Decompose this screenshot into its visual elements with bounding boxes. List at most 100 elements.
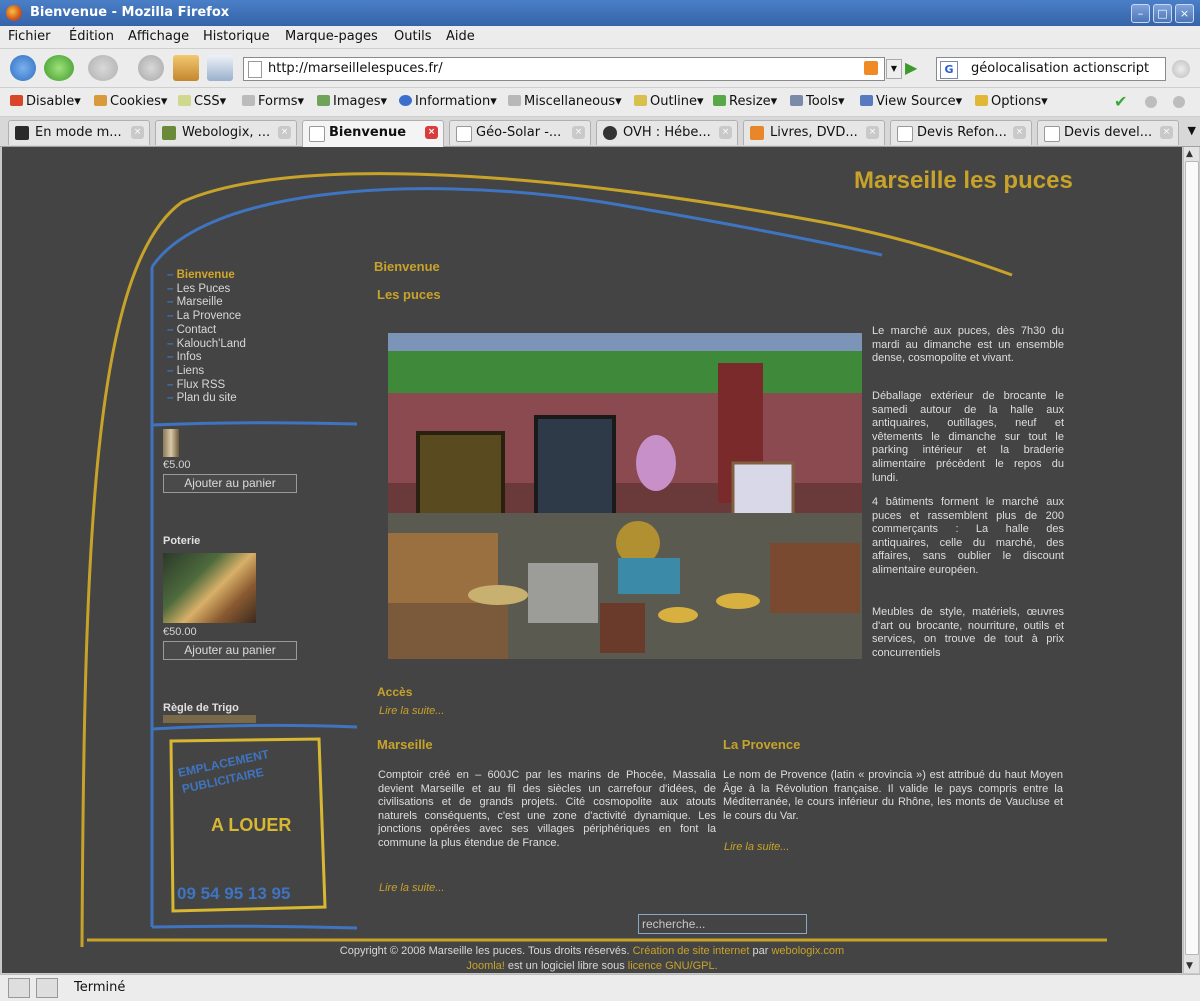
menu-fichier[interactable]: Fichier: [8, 29, 51, 44]
wd-resize[interactable]: Resize▾: [713, 94, 777, 109]
ad-box[interactable]: EMPLACEMENT PUBLICITAIRE A LOUER 09 54 9…: [169, 737, 327, 913]
product-name: Règle de Trigo: [163, 702, 239, 714]
rss-icon[interactable]: [864, 61, 878, 75]
forward-icon[interactable]: [88, 55, 118, 81]
read-more-link[interactable]: Lire la suite...: [724, 841, 789, 853]
url-dropdown-icon[interactable]: ▼: [886, 59, 902, 79]
google-icon[interactable]: G: [940, 61, 958, 79]
puces-paragraph-2: Déballage extérieur de brocante le samed…: [872, 390, 1064, 484]
marseille-heading: Marseille: [377, 737, 433, 752]
puces-paragraph-3: 4 bâtiments forment le marché aux puces …: [872, 496, 1064, 576]
footer-creation-link[interactable]: Création de site internet: [633, 945, 750, 957]
tab-bienvenue[interactable]: Bienvenue ×: [302, 120, 444, 147]
menu-affichage[interactable]: Affichage: [128, 29, 189, 44]
window-controls: – □ ×: [1131, 4, 1194, 23]
marseille-text: Comptoir créé en – 600JC par les marins …: [378, 769, 716, 849]
footer-agency-link[interactable]: webologix.com: [771, 945, 844, 957]
wd-css[interactable]: CSS▾: [178, 94, 226, 109]
wd-disable[interactable]: Disable▾: [10, 94, 81, 109]
menu-edition[interactable]: Édition: [69, 29, 114, 44]
tab-close-icon[interactable]: ×: [866, 126, 879, 139]
tab-en-mode[interactable]: En mode m... ×: [8, 120, 150, 145]
scrollbar-thumb[interactable]: [1185, 161, 1199, 955]
menu-historique[interactable]: Historique: [203, 29, 270, 44]
wd-cookies[interactable]: Cookies▾: [94, 94, 167, 109]
minimize-button[interactable]: –: [1131, 4, 1150, 23]
product-price: €5.00: [163, 459, 191, 471]
go-icon[interactable]: ▶: [905, 58, 925, 78]
scroll-down-icon[interactable]: ▼: [1186, 961, 1193, 971]
stop-icon[interactable]: [138, 55, 164, 81]
nav-plan-du-site[interactable]: Plan du site: [167, 392, 246, 406]
search-go-icon[interactable]: [1172, 60, 1190, 78]
wd-forms[interactable]: Forms▾: [242, 94, 304, 109]
menu-outils[interactable]: Outils: [394, 29, 432, 44]
product-image-poterie[interactable]: [163, 553, 256, 623]
footer-license-link[interactable]: licence GNU/GPL.: [628, 960, 718, 972]
maximize-button[interactable]: □: [1153, 4, 1172, 23]
tab-livres[interactable]: Livres, DVD... ×: [743, 120, 885, 145]
view-source-icon: [860, 95, 873, 106]
tab-close-icon[interactable]: ×: [1160, 126, 1173, 139]
status-indicator-icon[interactable]: [8, 978, 30, 998]
read-more-link[interactable]: Lire la suite...: [379, 882, 444, 894]
menu-marque-pages[interactable]: Marque-pages: [285, 29, 378, 44]
url-bar[interactable]: http://marseillelespuces.fr/: [243, 57, 885, 81]
outline-icon: [634, 95, 647, 106]
wd-options[interactable]: Options▾: [975, 94, 1048, 109]
nav-liens[interactable]: Liens: [167, 365, 246, 379]
wd-outline[interactable]: Outline▾: [634, 94, 704, 109]
menu-aide[interactable]: Aide: [446, 29, 475, 44]
tab-bar: En mode m... × Webologix, ... × Bienvenue ×…: [0, 117, 1200, 147]
nav-infos[interactable]: Infos: [167, 351, 246, 365]
home-icon[interactable]: [173, 55, 199, 81]
search-query: géolocalisation actionscript: [971, 61, 1150, 76]
tab-devis-refon[interactable]: Devis Refon... ×: [890, 120, 1032, 145]
wd-images[interactable]: Images▾: [317, 94, 387, 109]
status-dot-icon[interactable]: [1145, 96, 1157, 108]
nav-kalouchland[interactable]: Kalouch'Land: [167, 338, 246, 352]
vertical-scrollbar[interactable]: ▲ ▼: [1183, 147, 1199, 973]
tab-close-icon[interactable]: ×: [719, 126, 732, 139]
provence-heading: La Provence: [723, 737, 801, 752]
nav-contact[interactable]: Contact: [167, 324, 246, 338]
site-search-input[interactable]: recherche...: [638, 914, 807, 934]
validation-check-icon[interactable]: ✔: [1114, 92, 1127, 111]
tab-favicon-icon: [750, 126, 764, 140]
tab-webologix[interactable]: Webologix, ... ×: [155, 120, 297, 145]
nav-flux-rss[interactable]: Flux RSS: [167, 379, 246, 393]
tab-list-icon[interactable]: ▼: [1188, 124, 1196, 137]
wd-view-source[interactable]: View Source▾: [860, 94, 962, 109]
bookmark-icon[interactable]: [207, 55, 233, 81]
tab-close-icon[interactable]: ×: [1013, 126, 1026, 139]
product-image-regle[interactable]: [163, 715, 256, 723]
back-icon[interactable]: [44, 55, 74, 81]
wd-miscellaneous[interactable]: Miscellaneous▾: [508, 94, 622, 109]
status-dot-icon[interactable]: [1173, 96, 1185, 108]
tab-close-icon[interactable]: ×: [572, 126, 585, 139]
nav-les-puces[interactable]: Les Puces: [167, 283, 246, 297]
add-to-cart-button[interactable]: Ajouter au panier: [163, 641, 297, 660]
reload-icon[interactable]: [10, 55, 36, 81]
tab-close-icon[interactable]: ×: [131, 126, 144, 139]
wd-information[interactable]: Information▾: [399, 94, 497, 109]
scroll-up-icon[interactable]: ▲: [1186, 149, 1193, 159]
close-button[interactable]: ×: [1175, 4, 1194, 23]
tab-ovh[interactable]: OVH : Hébe... ×: [596, 120, 738, 145]
site-title: Marseille les puces: [854, 167, 1073, 194]
status-indicator-icon[interactable]: [36, 978, 58, 998]
nav-marseille[interactable]: Marseille: [167, 296, 246, 310]
tab-close-icon[interactable]: ×: [278, 126, 291, 139]
product-thumbnail[interactable]: [163, 429, 179, 457]
tab-geo-solar[interactable]: Géo-Solar -... ×: [449, 120, 591, 145]
add-to-cart-button[interactable]: Ajouter au panier: [163, 474, 297, 493]
wd-tools[interactable]: Tools▾: [790, 94, 845, 109]
nav-la-provence[interactable]: La Provence: [167, 310, 246, 324]
nav-bienvenue[interactable]: Bienvenue: [167, 269, 246, 283]
read-more-link[interactable]: Lire la suite...: [379, 705, 444, 717]
tab-devis-devel[interactable]: Devis devel... ×: [1037, 120, 1179, 145]
footer-joomla-link[interactable]: Joomla!: [466, 960, 505, 972]
search-box[interactable]: G géolocalisation actionscript: [936, 57, 1166, 81]
tab-close-icon[interactable]: ×: [425, 126, 438, 139]
tab-favicon-icon: [15, 126, 29, 140]
